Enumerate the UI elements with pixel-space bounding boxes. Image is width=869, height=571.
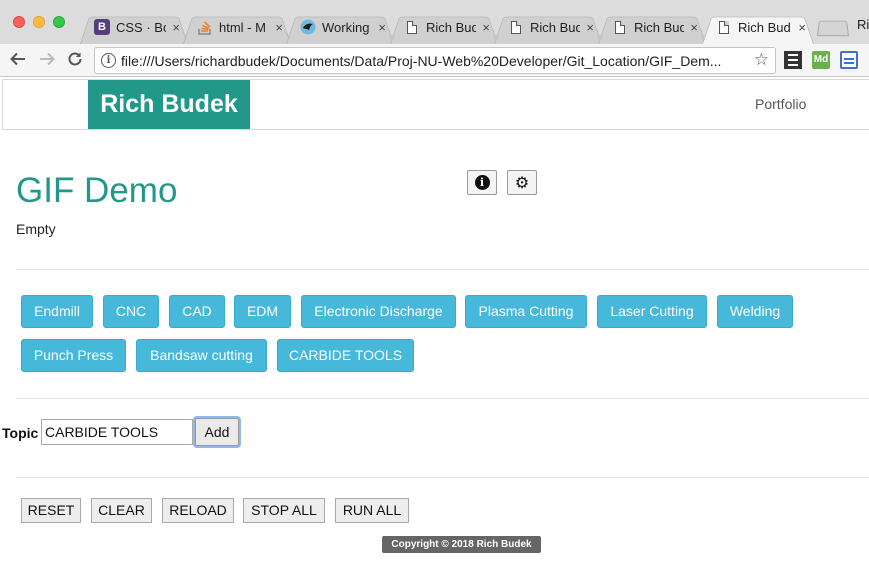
topic-label: Topic — [2, 425, 39, 441]
form-extension-icon[interactable] — [840, 51, 858, 69]
close-icon[interactable]: × — [378, 20, 386, 35]
browser-tab[interactable]: Rich Bud × — [494, 10, 602, 44]
document-icon — [716, 19, 732, 35]
minimize-window-button[interactable] — [33, 16, 45, 28]
topic-button[interactable]: EDM — [234, 295, 291, 328]
close-icon[interactable]: × — [275, 20, 283, 35]
browser-tab[interactable]: Working × — [286, 10, 394, 44]
tab-title: CSS · Bo — [116, 19, 167, 35]
close-icon[interactable]: × — [482, 20, 490, 35]
tab-title: Rich Bud — [530, 19, 581, 35]
topic-button[interactable]: CARBIDE TOOLS — [277, 339, 414, 372]
topic-button[interactable]: Electronic Discharge — [301, 295, 456, 328]
bird-icon — [300, 19, 316, 35]
browser-tab[interactable]: B CSS · Bo × — [80, 10, 188, 44]
divider — [16, 269, 869, 270]
close-icon[interactable]: × — [690, 20, 698, 35]
tab-title: Rich Bud — [738, 19, 791, 35]
topic-input[interactable]: CARBIDE TOOLS — [41, 419, 193, 445]
document-icon — [404, 19, 420, 35]
topic-button[interactable]: Laser Cutting — [597, 295, 707, 328]
info-icon[interactable]: i — [101, 53, 116, 68]
browser-tab-strip: B CSS · Bo × html - M × Working × Rich B… — [0, 0, 869, 44]
nav-link-portfolio[interactable]: Portfolio — [755, 96, 806, 112]
tab-title: Rich Bud — [426, 19, 477, 35]
film-extension-icon[interactable] — [784, 51, 802, 69]
gear-icon: ⚙ — [514, 172, 530, 192]
status-text: Empty — [16, 221, 56, 237]
clear-button[interactable]: CLEAR — [91, 498, 152, 523]
copyright-footer: Copyright © 2018 Rich Budek — [382, 536, 541, 553]
browser-tab-active[interactable]: Rich Bud × — [702, 10, 814, 44]
zoom-window-button[interactable] — [53, 16, 65, 28]
site-navbar: Rich Budek Portfolio — [2, 79, 869, 130]
address-bar[interactable]: i file:///Users/richardbudek/Documents/D… — [94, 47, 776, 74]
add-button[interactable]: Add — [195, 418, 239, 446]
info-button[interactable]: i — [467, 170, 497, 195]
reload-button[interactable]: RELOAD — [162, 498, 234, 523]
divider — [16, 477, 869, 478]
close-icon[interactable]: × — [172, 20, 180, 35]
divider — [16, 398, 869, 399]
page-title: GIF Demo — [16, 171, 178, 210]
topic-button[interactable]: Punch Press — [21, 339, 126, 372]
close-icon[interactable]: × — [798, 20, 806, 35]
browser-tab[interactable]: html - M × — [183, 10, 291, 44]
settings-button[interactable]: ⚙ — [507, 170, 537, 195]
forward-arrow-icon[interactable] — [37, 50, 57, 70]
topic-button[interactable]: Plasma Cutting — [465, 295, 587, 328]
document-icon — [612, 19, 628, 35]
browser-tab[interactable]: Rich Bud × — [390, 10, 498, 44]
document-icon — [508, 19, 524, 35]
topic-button[interactable]: Endmill — [21, 295, 93, 328]
back-arrow-icon[interactable] — [8, 50, 28, 70]
markdown-extension-icon[interactable]: Md — [812, 51, 830, 69]
close-window-button[interactable] — [13, 16, 25, 28]
topic-button[interactable]: Welding — [717, 295, 793, 328]
browser-tab[interactable]: Rich Bud × — [598, 10, 706, 44]
brand-logo[interactable]: Rich Budek — [88, 80, 250, 129]
stop-all-button[interactable]: STOP ALL — [243, 498, 325, 523]
reload-icon[interactable] — [65, 50, 85, 70]
tab-title: html - M — [219, 19, 266, 35]
run-all-button[interactable]: RUN ALL — [335, 498, 409, 523]
tab-title: Working — [322, 19, 370, 35]
topic-button[interactable]: CAD — [169, 295, 225, 328]
profile-button[interactable]: Ri — [857, 17, 869, 32]
topic-button[interactable]: CNC — [103, 295, 159, 328]
new-tab-button[interactable] — [816, 20, 850, 37]
bookmark-star-icon[interactable]: ☆ — [754, 50, 769, 70]
topic-button[interactable]: Bandsaw cutting — [136, 339, 267, 372]
url-text: file:///Users/richardbudek/Documents/Dat… — [121, 53, 722, 69]
stackoverflow-icon — [197, 19, 213, 35]
tab-title: Rich Bud — [634, 19, 685, 35]
browser-toolbar: i file:///Users/richardbudek/Documents/D… — [0, 44, 869, 77]
reset-button[interactable]: RESET — [21, 498, 81, 523]
close-icon[interactable]: × — [586, 20, 594, 35]
info-circle-icon: i — [474, 175, 490, 190]
bootstrap-icon: B — [94, 19, 110, 35]
